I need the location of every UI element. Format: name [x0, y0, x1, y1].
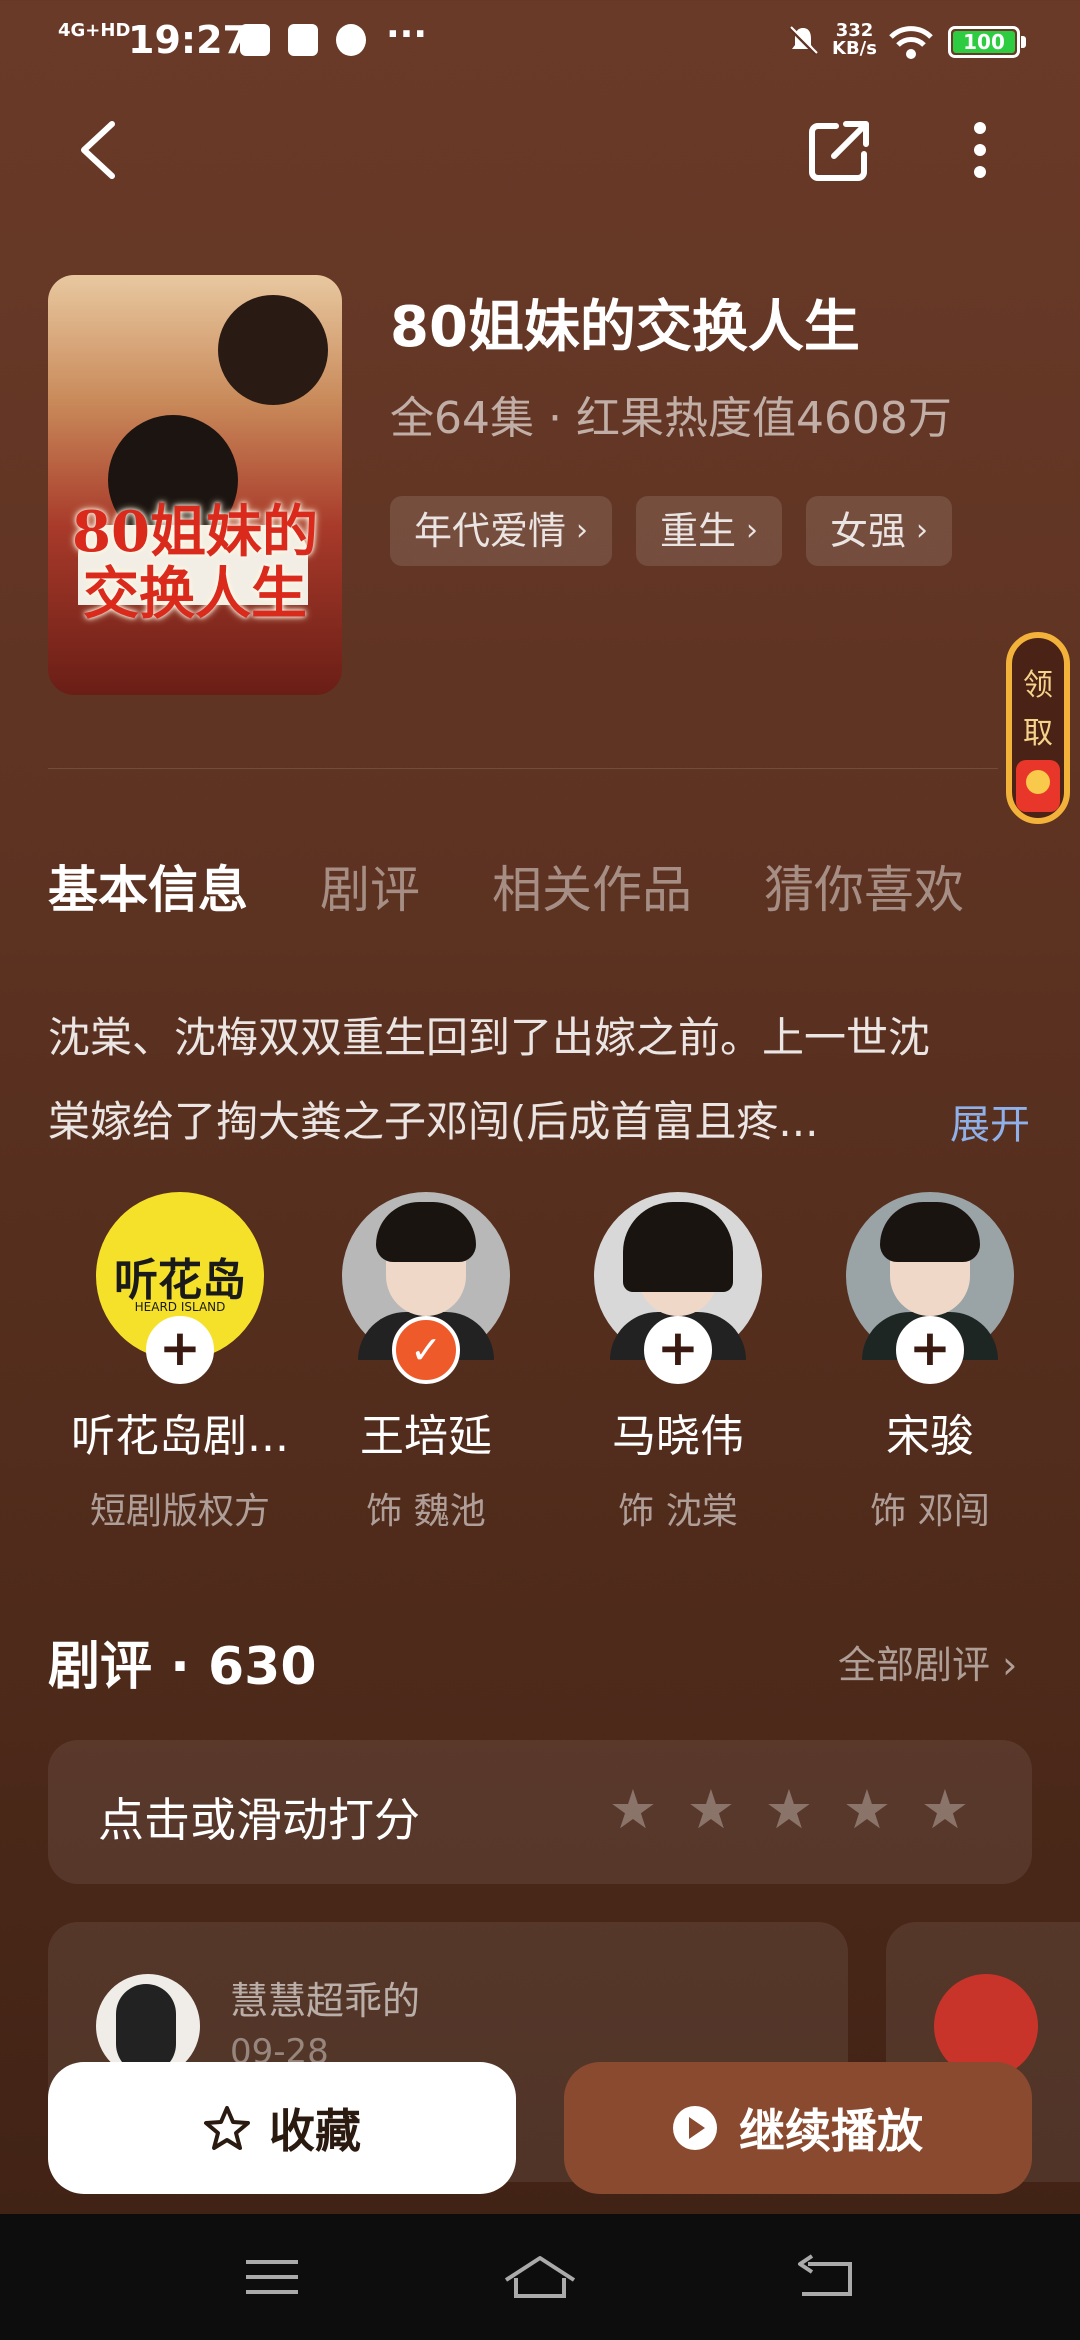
chevron-right-icon: › [576, 513, 589, 548]
cast-list: 听花岛 HEARD ISLAND + 听花岛剧... 短剧版权方 ✓ 王培延 饰… [60, 1192, 1080, 1532]
home-icon[interactable] [500, 2252, 580, 2302]
menu-icon[interactable] [232, 2252, 312, 2302]
follow-button[interactable]: + [146, 1316, 214, 1384]
all-reviews-link[interactable]: 全部剧评 › [838, 1634, 1017, 1689]
tab-reviews[interactable]: 剧评 [320, 850, 420, 922]
play-label: 继续播放 [739, 2104, 923, 2158]
drama-meta: 全64集 · 红果热度值4608万 [390, 393, 952, 444]
synopsis-text: 沈棠、沈梅双双重生回到了出嫁之前。上一世沈棠嫁给了掏大粪之子邓闯(后成首富且疼.… [48, 1013, 931, 1146]
back-nav-icon[interactable] [784, 2252, 864, 2302]
reviews-heading: 剧评 · 630 [48, 1637, 317, 1697]
speed-unit: KB/s [832, 38, 877, 59]
more-vertical-icon [974, 122, 986, 178]
poster-figure [218, 295, 328, 405]
follow-button[interactable]: + [644, 1316, 712, 1384]
tab-bar: 基本信息 剧评 相关作品 猜你喜欢 [48, 850, 964, 922]
cast-item[interactable]: 听花岛 HEARD ISLAND + 听花岛剧... 短剧版权方 [60, 1192, 300, 1534]
tag-label: 女强 [830, 509, 907, 553]
expand-link[interactable]: 展开 [950, 1092, 1030, 1150]
more-notifications-icon: ··· [386, 14, 428, 55]
cast-item[interactable]: + 宋骏 饰 邓闯 [810, 1192, 1050, 1534]
cast-role: 饰 沈棠 [618, 1491, 738, 1532]
followed-button[interactable]: ✓ [392, 1316, 460, 1384]
divider [48, 768, 998, 769]
red-envelope-icon [1016, 760, 1060, 812]
tag-label: 年代爱情 [414, 509, 567, 553]
tab-related-works[interactable]: 相关作品 [492, 850, 692, 922]
collect-button[interactable]: 收藏 [48, 2062, 516, 2194]
mute-icon [788, 26, 818, 56]
poster-title: 80姐妹的交换人生 [72, 499, 318, 627]
tag-chip[interactable]: 重生 › [636, 496, 783, 566]
music-icon [288, 24, 318, 56]
cast-role: 饰 邓闯 [870, 1491, 990, 1532]
tag-label: 重生 [660, 509, 737, 553]
cast-name: 马晓伟 [612, 1411, 744, 1462]
wifi-icon [889, 26, 933, 59]
cast-item[interactable]: + 马晓伟 饰 沈棠 [558, 1192, 798, 1534]
chevron-right-icon: › [1002, 1643, 1018, 1687]
tag-chip[interactable]: 女强 › [806, 496, 953, 566]
tab-recommendations[interactable]: 猜你喜欢 [764, 850, 964, 922]
brand-logo: 听花岛 [114, 1255, 246, 1306]
continue-play-button[interactable]: 继续播放 [564, 2062, 1032, 2194]
play-icon [673, 2106, 717, 2150]
share-button[interactable] [800, 110, 880, 190]
star-icon[interactable]: ★ [920, 1780, 970, 1840]
battery-level: 100 [953, 31, 1015, 53]
cast-name: 王培延 [360, 1411, 492, 1462]
review-user: 慧慧超乖的 [230, 1979, 421, 2023]
star-icon[interactable]: ★ [608, 1780, 658, 1840]
chevron-right-icon: › [746, 513, 759, 548]
network-indicator: 4G+HD [58, 20, 131, 41]
speed-icon [336, 24, 366, 56]
reward-label: 领 [1023, 668, 1053, 703]
chevron-left-icon [81, 121, 115, 179]
genre-tags: 年代爱情 › 重生 › 女强 › [390, 496, 953, 566]
star-outline-icon [204, 2106, 250, 2150]
rating-prompt: 点击或滑动打分 [98, 1793, 420, 1847]
avatar-figure [623, 1202, 733, 1292]
tag-chip[interactable]: 年代爱情 › [390, 496, 613, 566]
star-rating[interactable]: ★ ★ ★ ★ ★ [608, 1780, 970, 1840]
back-button[interactable] [60, 110, 140, 190]
cast-name: 宋骏 [886, 1411, 974, 1462]
drama-poster[interactable]: 80姐妹的交换人生 [48, 275, 342, 695]
all-reviews-label: 全部剧评 [838, 1643, 991, 1687]
more-menu-button[interactable] [940, 110, 1020, 190]
reward-claim-button[interactable]: 领 取 [1006, 632, 1070, 824]
network-speed: 332 KB/s [832, 22, 877, 58]
avatar-figure [880, 1202, 980, 1262]
chevron-right-icon: › [916, 513, 929, 548]
star-icon[interactable]: ★ [764, 1780, 814, 1840]
tab-basic-info[interactable]: 基本信息 [48, 850, 248, 922]
avatar-figure [376, 1202, 476, 1262]
star-icon[interactable]: ★ [686, 1780, 736, 1840]
cast-role: 短剧版权方 [89, 1491, 270, 1532]
follow-button[interactable]: + [896, 1316, 964, 1384]
star-icon[interactable]: ★ [842, 1780, 892, 1840]
reward-label: 取 [1023, 716, 1053, 751]
battery-indicator: 100 [948, 26, 1026, 58]
cast-item[interactable]: ✓ 王培延 饰 魏池 [306, 1192, 546, 1534]
share-icon [809, 121, 869, 181]
cast-name: 听花岛剧... [71, 1411, 289, 1462]
status-bar: 4G+HD 19:27 ··· 332 KB/s 100 [0, 0, 1080, 80]
clock: 19:27 [128, 18, 249, 62]
brand-logo-sub: HEARD ISLAND [134, 1300, 226, 1314]
collect-label: 收藏 [269, 2104, 361, 2158]
drama-title: 80姐妹的交换人生 [390, 295, 860, 360]
calendar-icon [240, 24, 270, 56]
system-nav-bar [0, 2214, 1080, 2340]
rating-input[interactable]: 点击或滑动打分 ★ ★ ★ ★ ★ [48, 1740, 1032, 1884]
cast-role: 饰 魏池 [366, 1491, 486, 1532]
